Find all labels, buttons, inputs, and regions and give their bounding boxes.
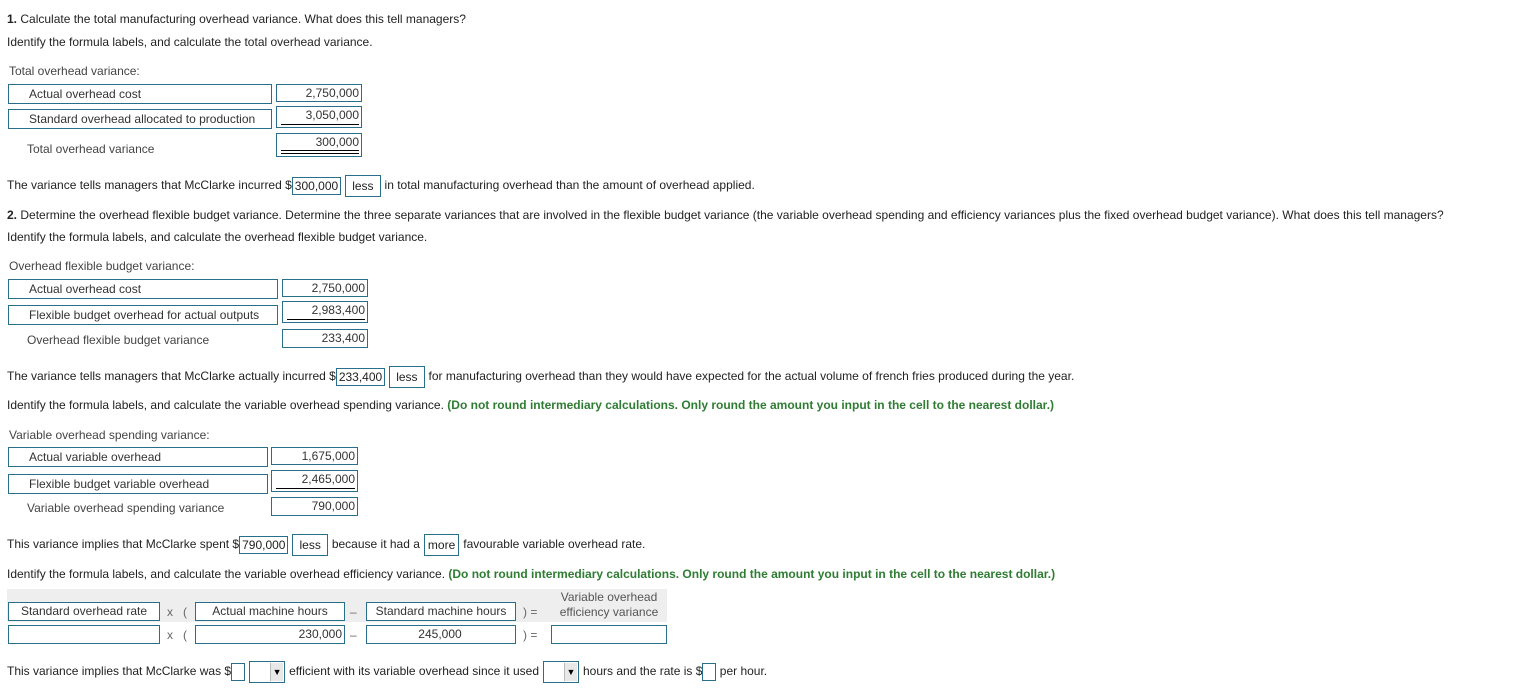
spending-value-input-2[interactable]: 2,465,000 xyxy=(271,470,358,492)
q2-amount-input[interactable]: 233,400 xyxy=(335,368,386,386)
eff-result-header-line1: Variable overhead xyxy=(560,590,658,604)
q2-instruction: Identify the formula labels, and calcula… xyxy=(7,230,428,244)
eff-result-header-line2: efficiency variance xyxy=(559,605,659,619)
q2-sentence-pre: The variance tells managers that McClark… xyxy=(7,369,336,384)
eff-sentence-mid2: hours and the rate is $ xyxy=(583,664,703,678)
q1-value-input-1[interactable]: 2,750,000 xyxy=(276,84,362,102)
q1-instruction: Identify the formula labels, and calcula… xyxy=(7,35,373,49)
spending-value-input-1[interactable]: 1,675,000 xyxy=(271,447,358,465)
eff-rate-label-input[interactable]: Standard overhead rate xyxy=(8,602,160,621)
spending-label-input-2[interactable]: Flexible budget variable overhead xyxy=(8,474,268,494)
close-paren-equals: ) = xyxy=(523,628,538,642)
efficiency-instruction: Identify the formula labels, and calcula… xyxy=(7,567,446,581)
spending-table-title: Variable overhead spending variance: xyxy=(9,428,210,442)
eff-sentence-post: per hour. xyxy=(719,664,768,678)
spending-instruction-line: Identify the formula labels, and calcula… xyxy=(7,398,1054,412)
spending-direction-select[interactable]: less xyxy=(292,534,328,556)
close-paren-equals: ) = xyxy=(523,605,538,619)
efficiency-note: (Do not round intermediary calculations.… xyxy=(448,567,1056,581)
times-operator: x xyxy=(167,628,173,642)
q1-sentence-pre: The variance tells managers that McClark… xyxy=(7,178,292,193)
eff-sentence-pre: This variance implies that McClarke was … xyxy=(7,664,232,678)
spending-result-input[interactable]: 790,000 xyxy=(271,497,358,516)
q2-label-input-2[interactable]: Flexible budget overhead for actual outp… xyxy=(8,305,278,325)
q1-sentence: The variance tells managers that McClark… xyxy=(7,175,755,197)
efficiency-instruction-line: Identify the formula labels, and calcula… xyxy=(7,567,1055,581)
q2-result-value: 233,400 xyxy=(321,331,365,345)
q1-number: 1. xyxy=(7,12,18,26)
spending-sentence: This variance implies that McClarke spen… xyxy=(7,534,645,556)
efficiency-sentence: This variance implies that McClarke was … xyxy=(7,660,767,683)
open-paren: ( xyxy=(183,605,187,619)
minus-operator: – xyxy=(350,628,357,642)
eff-actual-hours-value-input[interactable]: 230,000 xyxy=(195,625,345,644)
dropdown-arrow-icon: ▼ xyxy=(564,662,577,681)
underline xyxy=(281,124,359,125)
q1-direction-select[interactable]: less xyxy=(345,175,381,197)
spending-note: (Do not round intermediary calculations.… xyxy=(447,398,1055,412)
eff-result-value-input[interactable] xyxy=(551,625,667,644)
spending-result-label: Variable overhead spending variance xyxy=(27,501,225,515)
q2-sentence-post: for manufacturing overhead than they wou… xyxy=(428,369,1075,384)
q2-value-1: 2,750,000 xyxy=(311,281,365,295)
dropdown-arrow-icon: ▼ xyxy=(270,662,284,681)
q1-title-text: Calculate the total manufacturing overhe… xyxy=(20,12,466,26)
q1-value-1: 2,750,000 xyxy=(305,86,359,100)
q2-result-label: Overhead flexible budget variance xyxy=(27,333,210,347)
minus-operator: – xyxy=(350,605,357,619)
q1-table-title: Total overhead variance: xyxy=(9,64,140,78)
q2-value-input-2[interactable]: 2,983,400 xyxy=(282,301,368,323)
spending-value-1: 1,675,000 xyxy=(301,449,355,463)
q2-label-input-1[interactable]: Actual overhead cost xyxy=(8,279,278,299)
q2-sentence: The variance tells managers that McClark… xyxy=(7,366,1074,388)
eff-result-header: Variable overhead efficiency variance xyxy=(551,590,667,620)
spending-amount-input[interactable]: 790,000 xyxy=(239,536,289,554)
q1-result-input[interactable]: 300,000 xyxy=(276,133,362,157)
eff-rate-input[interactable] xyxy=(702,662,717,681)
q2-table-title: Overhead flexible budget variance: xyxy=(9,259,195,273)
spending-result-value: 790,000 xyxy=(311,499,355,513)
q1-result-label: Total overhead variance xyxy=(27,142,155,156)
q2-title: 2. Determine the overhead flexible budge… xyxy=(7,208,1444,222)
q1-sentence-post: in total manufacturing overhead than the… xyxy=(384,178,755,193)
spending-label-input-1[interactable]: Actual variable overhead xyxy=(8,447,268,467)
double-underline xyxy=(281,150,359,154)
times-operator: x xyxy=(167,605,173,619)
eff-sentence-mid: efficient with its variable overhead sin… xyxy=(289,664,539,678)
eff-amount-input[interactable] xyxy=(231,662,246,681)
spending-sentence-pre: This variance implies that McClarke spen… xyxy=(7,537,240,552)
eff-standard-hours-label-input[interactable]: Standard machine hours xyxy=(366,602,516,621)
open-paren: ( xyxy=(183,628,187,642)
q1-label-input-2[interactable]: Standard overhead allocated to productio… xyxy=(8,109,272,129)
spending-instruction: Identify the formula labels, and calcula… xyxy=(7,398,444,412)
spending-sentence-post: favourable variable overhead rate. xyxy=(463,537,646,552)
eff-rate-value-input[interactable] xyxy=(8,625,160,644)
eff-actual-hours-label-input[interactable]: Actual machine hours xyxy=(195,602,345,621)
eff-standard-hours-value: 245,000 xyxy=(418,627,462,641)
q2-value-input-1[interactable]: 2,750,000 xyxy=(282,279,368,297)
eff-actual-hours-value: 230,000 xyxy=(298,627,342,641)
q2-result-input[interactable]: 233,400 xyxy=(282,329,368,348)
spending-value-2: 2,465,000 xyxy=(301,472,355,486)
eff-hours-select[interactable]: ▼ xyxy=(543,660,579,683)
spending-rate-select[interactable]: more xyxy=(423,534,460,556)
spending-sentence-mid: because it had a xyxy=(331,537,420,552)
q1-amount-input[interactable]: 300,000 xyxy=(291,177,342,195)
underline xyxy=(276,488,355,489)
q2-number: 2. xyxy=(7,208,18,222)
eff-standard-hours-value-input[interactable]: 245,000 xyxy=(366,625,516,644)
q1-result-value: 300,000 xyxy=(315,135,359,149)
q1-value-2: 3,050,000 xyxy=(305,108,359,122)
q1-value-input-2[interactable]: 3,050,000 xyxy=(276,106,362,128)
q1-title: 1. Calculate the total manufacturing ove… xyxy=(7,12,466,26)
underline xyxy=(287,319,365,320)
eff-efficiency-select[interactable]: ▼ xyxy=(249,660,286,683)
q2-title-text: Determine the overhead flexible budget v… xyxy=(20,208,1444,222)
q2-value-2: 2,983,400 xyxy=(311,303,365,317)
q2-direction-select[interactable]: less xyxy=(389,366,425,388)
q1-label-input-1[interactable]: Actual overhead cost xyxy=(8,84,272,104)
